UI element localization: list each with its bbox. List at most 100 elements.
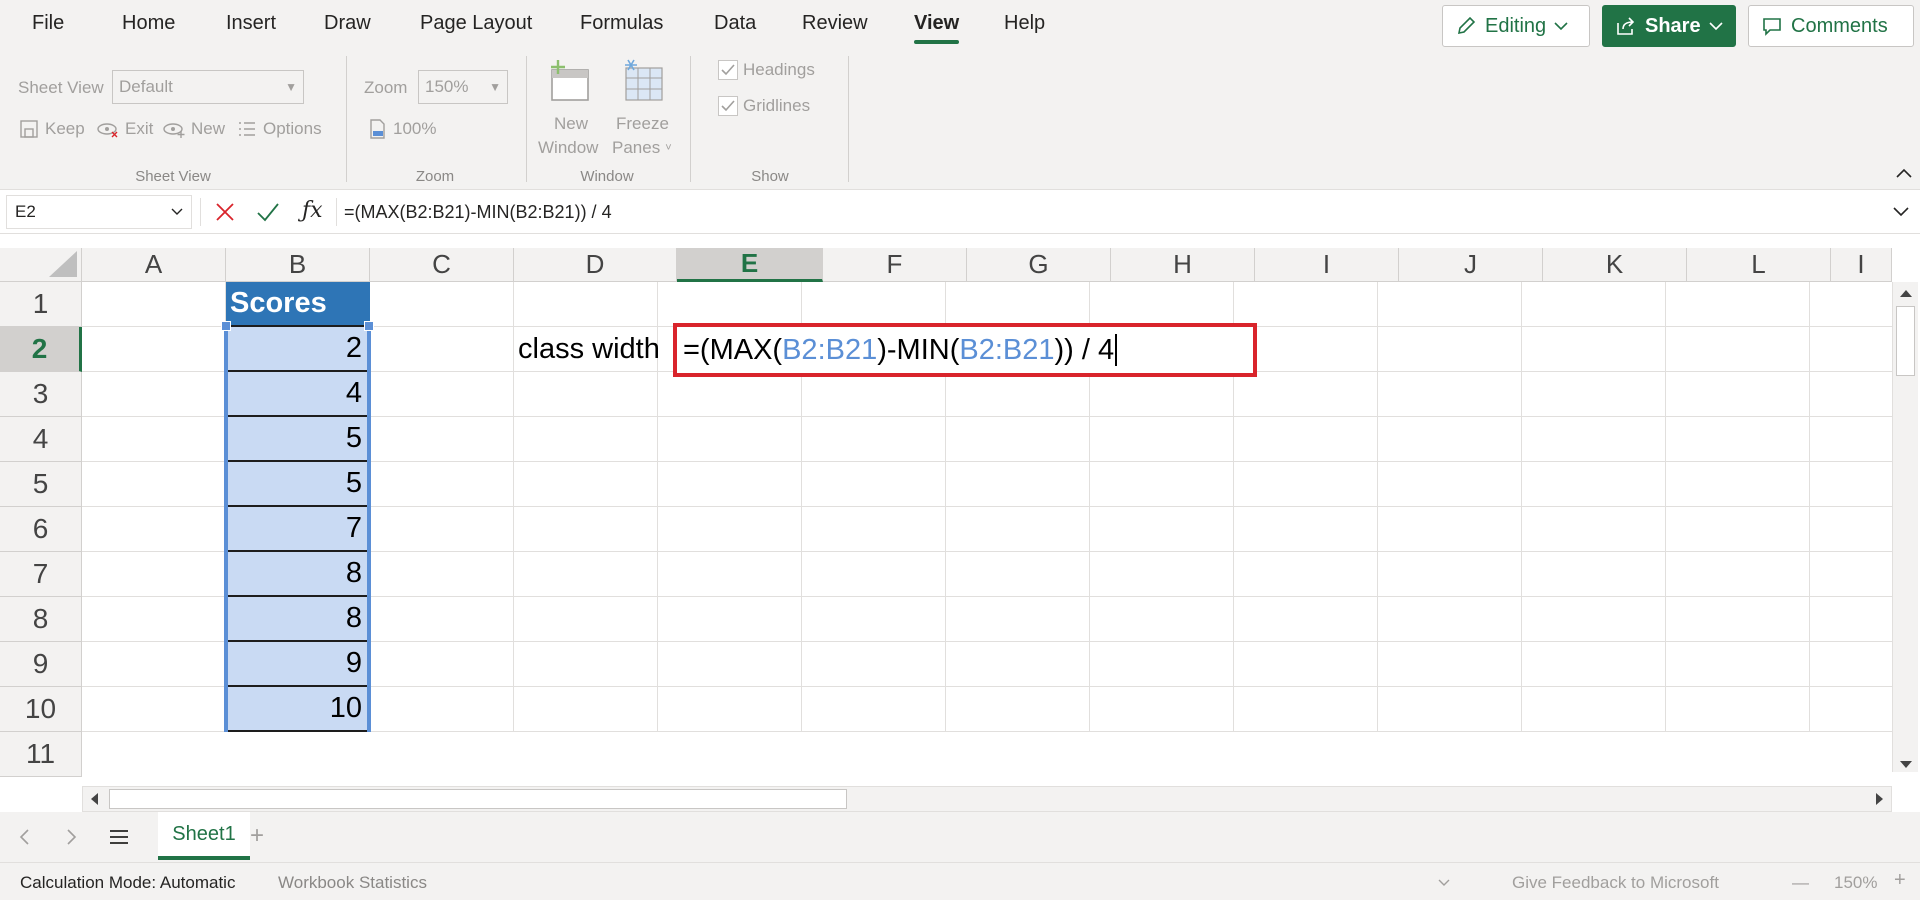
score-cell[interactable]: 2: [226, 327, 370, 372]
sheet-view-select[interactable]: Default ▼: [112, 70, 304, 104]
previous-sheet-icon[interactable]: [18, 828, 30, 846]
column-header-l[interactable]: L: [1687, 248, 1831, 282]
keep-icon: [20, 120, 38, 138]
all-sheets-menu-icon[interactable]: [108, 828, 130, 846]
add-sheet-button[interactable]: +: [250, 822, 264, 850]
cell-b1-scores-header[interactable]: Scores: [226, 282, 370, 327]
tab-home[interactable]: Home: [122, 12, 175, 35]
workbook-statistics[interactable]: Workbook Statistics: [278, 873, 427, 893]
new-sheet-view-button[interactable]: New: [162, 118, 225, 140]
tab-help[interactable]: Help: [1004, 12, 1045, 35]
scroll-up-icon[interactable]: [1899, 288, 1913, 298]
cancel-icon[interactable]: [214, 201, 236, 223]
expand-formula-bar-icon[interactable]: [1892, 206, 1910, 218]
column-header-e[interactable]: E: [677, 248, 823, 282]
column-header-g[interactable]: G: [967, 248, 1111, 282]
give-feedback-link[interactable]: Give Feedback to Microsoft: [1512, 873, 1719, 893]
column-header-a[interactable]: A: [82, 248, 226, 282]
next-sheet-icon[interactable]: [66, 828, 78, 846]
scroll-left-icon[interactable]: [89, 792, 99, 806]
range-handle[interactable]: [221, 321, 231, 331]
score-cell[interactable]: 9: [226, 642, 370, 687]
row-header-7[interactable]: 7: [0, 552, 82, 597]
score-cell[interactable]: 5: [226, 417, 370, 462]
chevron-down-icon: [1709, 22, 1723, 31]
zoom-out-button[interactable]: —: [1792, 873, 1809, 893]
vertical-scroll-thumb[interactable]: [1896, 306, 1915, 376]
row-header-6[interactable]: 6: [0, 507, 82, 552]
row-header-3[interactable]: 3: [0, 372, 82, 417]
formula-input[interactable]: =(MAX(B2:B21)-MIN(B2:B21)) / 4: [344, 190, 612, 234]
score-cell[interactable]: 8: [226, 552, 370, 597]
horizontal-scrollbar[interactable]: [82, 786, 1892, 812]
exit-button[interactable]: Exit: [96, 118, 153, 140]
score-cell[interactable]: 8: [226, 597, 370, 642]
column-header-c[interactable]: C: [370, 248, 514, 282]
row-header-9[interactable]: 9: [0, 642, 82, 687]
scroll-down-icon[interactable]: [1899, 760, 1913, 770]
comments-button[interactable]: Comments: [1748, 5, 1914, 47]
freeze-panes-button[interactable]: Freeze Panes ˅: [608, 58, 680, 162]
cell-e2-editor[interactable]: =(MAX(B2:B21)-MIN(B2:B21)) / 4: [673, 323, 1257, 377]
zoom-select[interactable]: 150% ▼: [418, 70, 508, 104]
editing-button[interactable]: Editing: [1442, 5, 1590, 47]
sheet-tab-sheet1[interactable]: Sheet1: [158, 812, 250, 860]
function-icon[interactable]: ƒx: [302, 198, 323, 223]
group-separator: [690, 56, 691, 182]
zoom-in-button[interactable]: +: [1894, 869, 1906, 892]
row-header-11[interactable]: 11: [0, 732, 82, 777]
vertical-scrollbar[interactable]: [1892, 282, 1918, 772]
row-header-8[interactable]: 8: [0, 597, 82, 642]
range-handle[interactable]: [364, 321, 374, 331]
tab-insert[interactable]: Insert: [226, 12, 276, 35]
gridlines-checkbox[interactable]: Gridlines: [718, 96, 810, 116]
column-header-i[interactable]: I: [1255, 248, 1399, 282]
score-cell[interactable]: 7: [226, 507, 370, 552]
share-button[interactable]: Share: [1602, 5, 1736, 47]
new-window-button[interactable]: New Window: [536, 58, 606, 162]
collapse-ribbon-icon[interactable]: [1894, 166, 1914, 180]
tab-data[interactable]: Data: [714, 12, 756, 35]
group-separator: [526, 56, 527, 182]
tab-view[interactable]: View: [914, 12, 960, 44]
chevron-down-icon: ▼: [285, 80, 297, 94]
tab-formulas[interactable]: Formulas: [580, 12, 663, 35]
zoom-level[interactable]: 150%: [1834, 873, 1877, 893]
zoom-100-button[interactable]: 100%: [366, 118, 436, 140]
headings-checkbox[interactable]: Headings: [718, 60, 815, 80]
chevron-down-icon[interactable]: [1438, 879, 1450, 887]
select-all-corner[interactable]: [0, 248, 82, 282]
score-cell[interactable]: 4: [226, 372, 370, 417]
row-header-4[interactable]: 4: [0, 417, 82, 462]
eye-exit-icon: [97, 123, 118, 138]
options-button[interactable]: Options: [236, 118, 322, 140]
tab-review[interactable]: Review: [802, 12, 868, 35]
tab-page-layout[interactable]: Page Layout: [420, 12, 532, 35]
column-header-f[interactable]: F: [823, 248, 967, 282]
horizontal-scroll-thumb[interactable]: [109, 789, 847, 809]
divider: [336, 198, 337, 226]
column-header-b[interactable]: B: [226, 248, 370, 282]
tab-file[interactable]: File: [32, 12, 64, 35]
calculation-mode[interactable]: Calculation Mode: Automatic: [20, 873, 235, 893]
column-header-partial[interactable]: I: [1831, 248, 1892, 282]
name-box[interactable]: E2: [6, 195, 192, 229]
keep-button[interactable]: Keep: [18, 118, 85, 140]
scroll-right-icon[interactable]: [1875, 792, 1885, 806]
select-all-icon: [49, 251, 77, 277]
enter-checkmark-icon[interactable]: [256, 201, 280, 223]
score-cell[interactable]: 5: [226, 462, 370, 507]
row-header-5[interactable]: 5: [0, 462, 82, 507]
row-header-10[interactable]: 10: [0, 687, 82, 732]
row-header-2[interactable]: 2: [0, 327, 82, 372]
score-cell[interactable]: 10: [226, 687, 370, 732]
column-header-k[interactable]: K: [1543, 248, 1687, 282]
column-header-j[interactable]: J: [1399, 248, 1543, 282]
column-header-h[interactable]: H: [1111, 248, 1255, 282]
column-header-d[interactable]: D: [514, 248, 677, 282]
freeze-line2-text: Panes: [612, 138, 661, 157]
list-icon: [239, 122, 255, 136]
tab-draw[interactable]: Draw: [324, 12, 371, 35]
row-header-1[interactable]: 1: [0, 282, 82, 327]
cell-d2-label[interactable]: class width: [518, 327, 660, 372]
